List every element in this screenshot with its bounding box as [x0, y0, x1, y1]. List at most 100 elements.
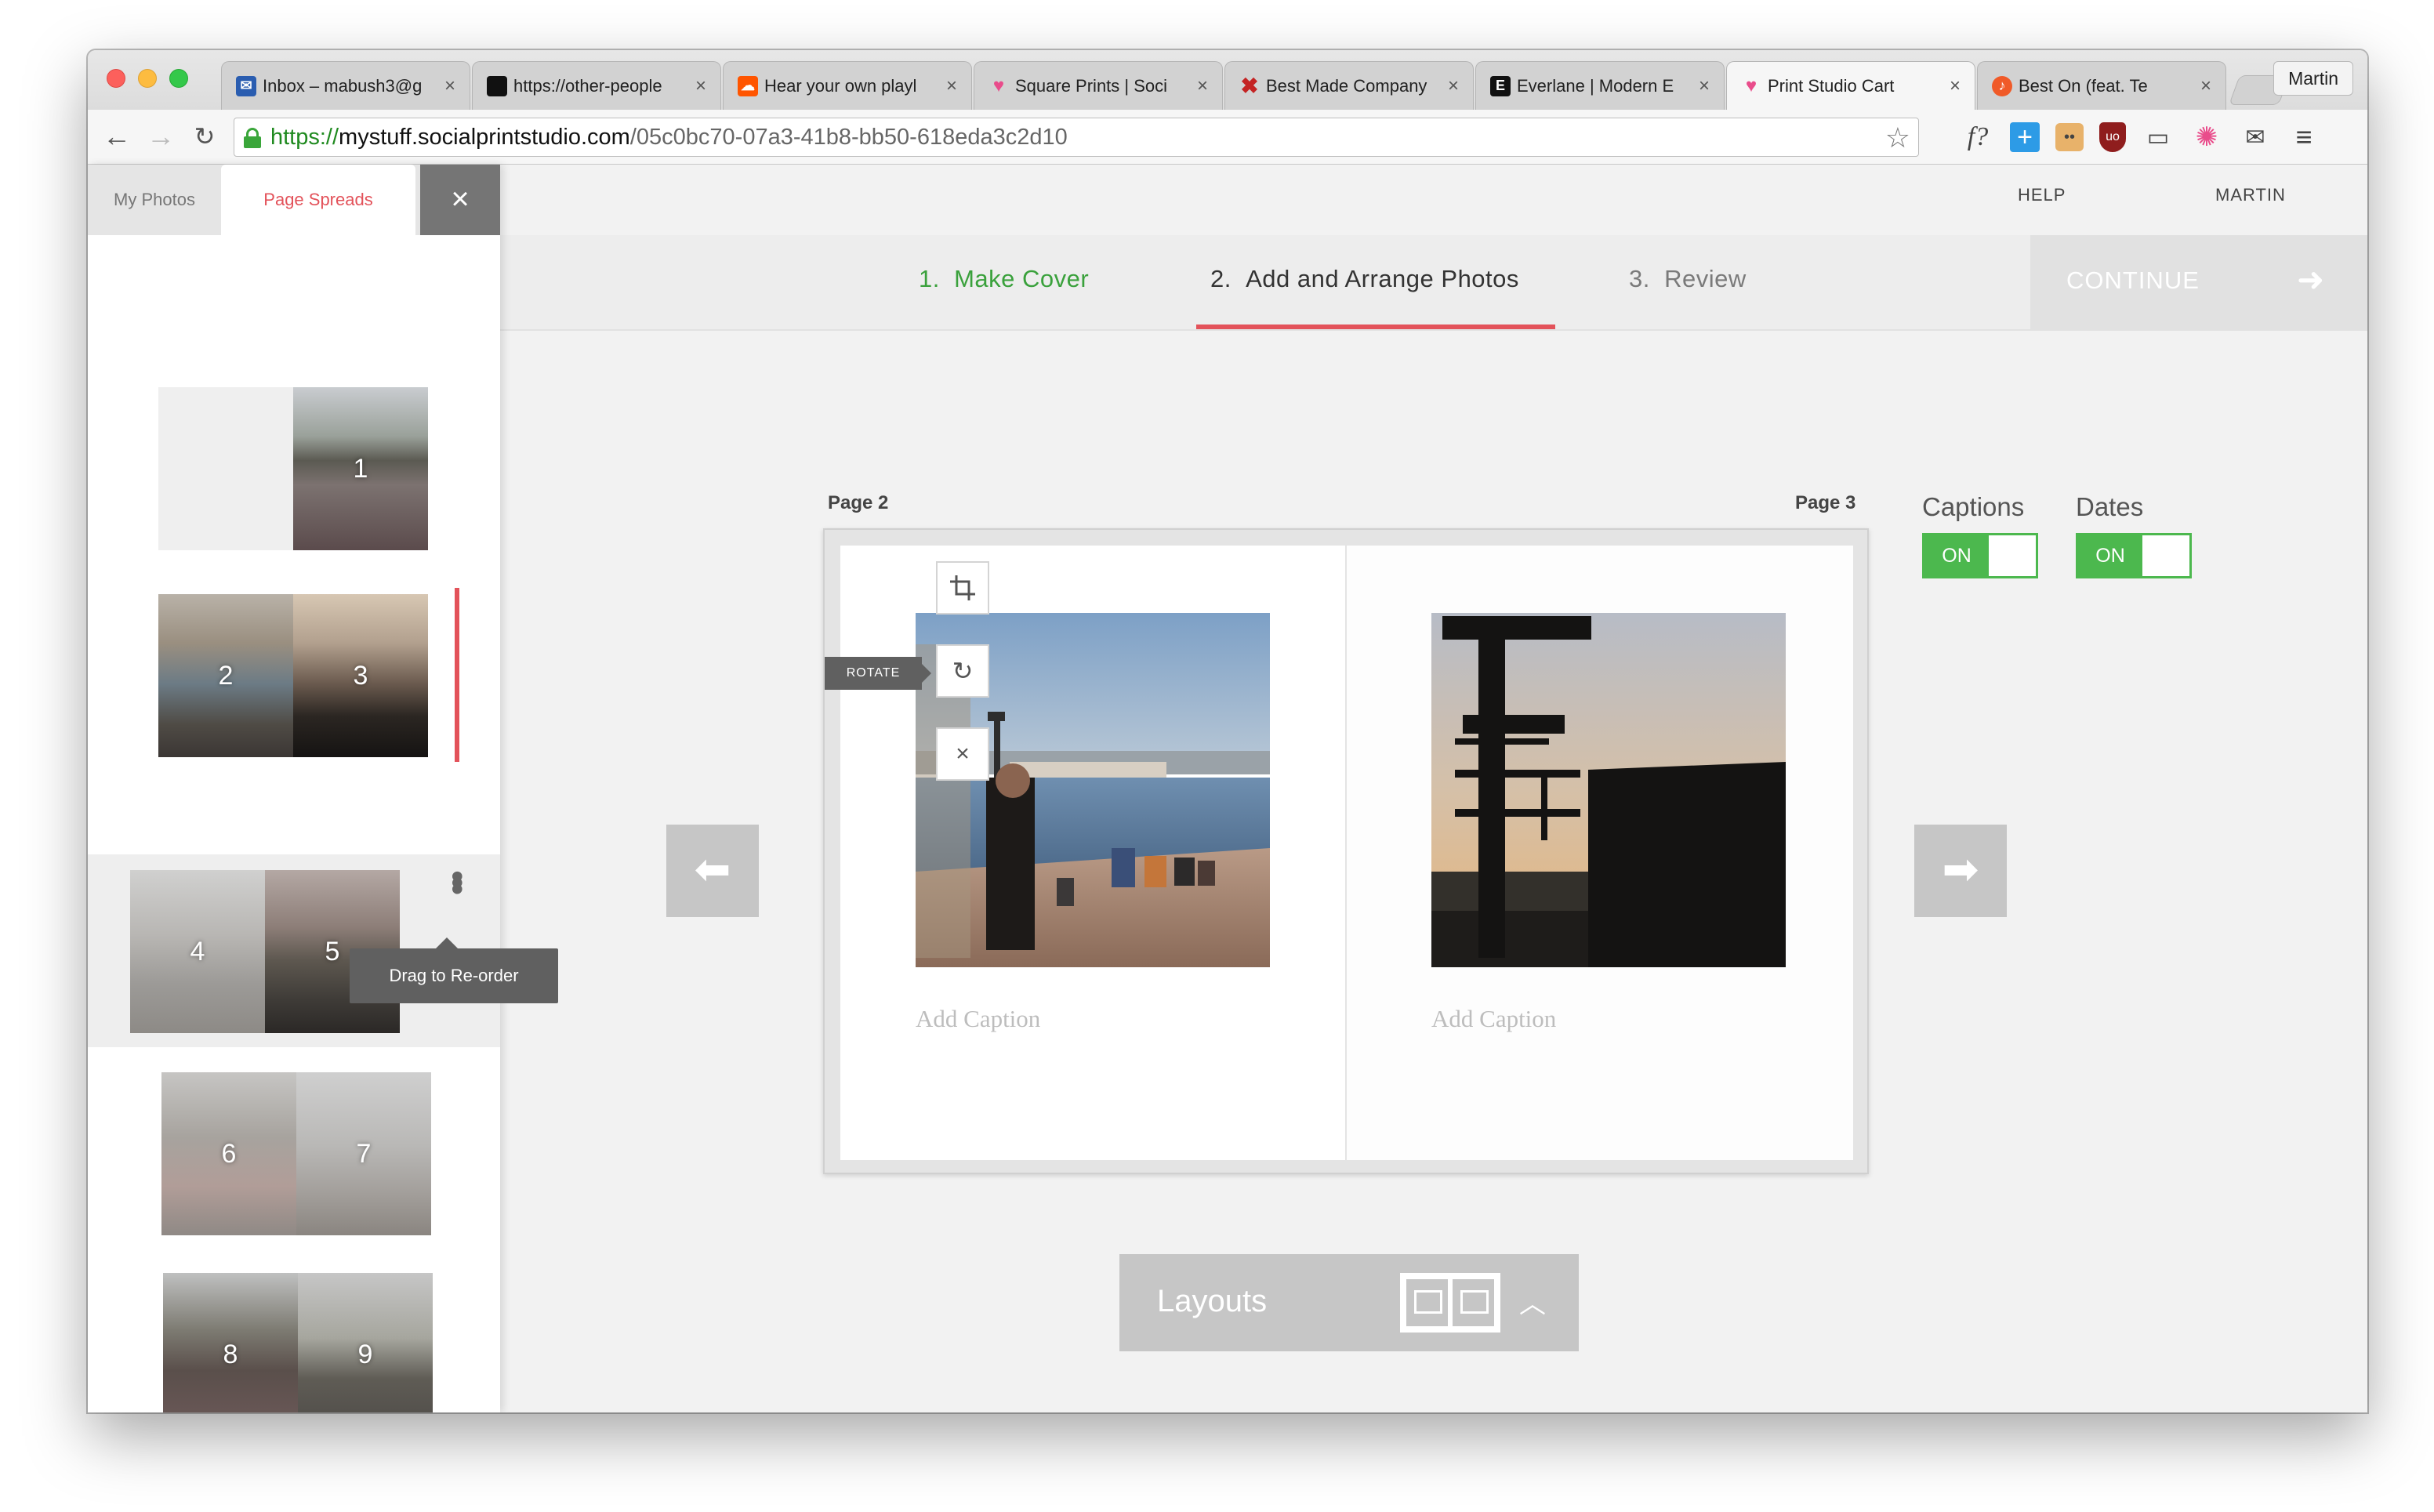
tab-label: Inbox – mabush3@g: [263, 75, 423, 96]
dates-toggle[interactable]: ON: [2076, 533, 2192, 578]
step-add-arrange[interactable]: 2. Add and Arrange Photos: [1210, 265, 1519, 293]
step-review[interactable]: 3. Review: [1629, 265, 1747, 293]
page-spreads-sidebar: My Photos Page Spreads × 1 2 3 4 5 ••• D…: [88, 165, 558, 1412]
dates-label: Dates: [2076, 492, 2144, 521]
reload-icon[interactable]: ↻: [188, 121, 221, 154]
left-page-label: Page 2: [828, 492, 889, 513]
close-tab-icon[interactable]: ×: [943, 75, 960, 97]
remove-photo-icon[interactable]: ×: [936, 727, 989, 781]
close-tab-icon[interactable]: ×: [441, 75, 459, 97]
current-spread-indicator: [455, 588, 459, 762]
spread-thumbnail[interactable]: 2 3: [158, 594, 428, 757]
browser-tab[interactable]: ✉ Inbox – mabush3@g ×: [221, 61, 470, 110]
drag-tooltip: Drag to Re-order: [350, 937, 558, 1003]
sidebar-tabs: My Photos Page Spreads ×: [88, 165, 500, 235]
plus-extension-icon[interactable]: +: [2010, 122, 2040, 152]
face-extension-icon[interactable]: ••: [2055, 123, 2084, 151]
captions-label: Captions: [1922, 492, 2025, 521]
more-options-icon[interactable]: •••: [437, 870, 478, 889]
arrow-right-icon: ➜: [2297, 261, 2325, 298]
tab-my-photos[interactable]: My Photos: [88, 165, 221, 235]
right-page[interactable]: Add Caption: [1347, 546, 1853, 1160]
lock-icon: [244, 128, 261, 148]
right-page-photo[interactable]: [1431, 613, 1786, 967]
arrow-left-icon: ⬅: [694, 844, 731, 894]
tab-label: https://other-people: [513, 75, 662, 96]
menu-icon[interactable]: ≡: [2287, 121, 2320, 154]
crop-icon[interactable]: [936, 561, 989, 615]
browser-tab[interactable]: ✖ Best Made Company ×: [1224, 61, 1474, 110]
close-tab-icon[interactable]: ×: [1946, 75, 1964, 97]
left-caption-input[interactable]: Add Caption: [916, 1005, 1040, 1033]
black-square-icon: [487, 75, 507, 96]
soundcloud-icon: ☁: [738, 75, 758, 96]
right-page-label: Page 3: [1795, 492, 1856, 513]
close-window-icon[interactable]: [107, 69, 125, 88]
cross-icon: ✖: [1240, 74, 1259, 98]
browser-tab[interactable]: https://other-people ×: [472, 61, 721, 110]
page-thumbnail: 2: [158, 594, 293, 757]
page-thumbnail: 4: [130, 870, 265, 1033]
close-tab-icon[interactable]: ×: [2197, 75, 2215, 97]
page-thumbnail: 6: [161, 1072, 296, 1235]
forward-arrow-icon[interactable]: →: [144, 121, 177, 154]
browser-tab[interactable]: E Everlane | Modern E ×: [1475, 61, 1725, 110]
profile-button[interactable]: Martin: [2273, 61, 2353, 96]
color-wheel-icon[interactable]: ✺: [2190, 121, 2223, 154]
tab-page-spreads[interactable]: Page Spreads: [221, 165, 415, 235]
layouts-panel[interactable]: Layouts ︿: [1119, 1254, 1579, 1351]
captions-toggle[interactable]: ON: [1922, 533, 2038, 578]
ublock-icon[interactable]: uo: [2099, 122, 2126, 152]
user-menu[interactable]: MARTIN: [2215, 185, 2286, 205]
page-thumbnail: 7: [296, 1072, 431, 1235]
spread-thumbnail[interactable]: 6 7: [161, 1072, 431, 1235]
address-bar[interactable]: https://mystuff.socialprintstudio.com/05…: [234, 118, 1919, 157]
browser-tab-active[interactable]: ♥ Print Studio Cart ×: [1726, 61, 1975, 110]
left-page[interactable]: Add Caption: [840, 546, 1345, 1160]
spread-thumbnail[interactable]: 8 9: [163, 1273, 433, 1412]
bookmark-star-icon[interactable]: ☆: [1885, 121, 1910, 154]
minimize-window-icon[interactable]: [138, 69, 157, 88]
close-sidebar-icon[interactable]: ×: [420, 165, 500, 235]
next-spread-button[interactable]: ➡: [1914, 825, 2007, 917]
zoom-window-icon[interactable]: [169, 69, 188, 88]
page-thumbnail: 3: [293, 594, 428, 757]
e-icon: E: [1490, 75, 1511, 96]
extensions-bar: f? + •• uo ▭ ✺ ✉ ≡: [1961, 121, 2320, 154]
tab-label: Everlane | Modern E: [1517, 75, 1674, 96]
continue-label: CONTINUE: [2066, 267, 2200, 294]
browser-tab[interactable]: ☁ Hear your own playl ×: [723, 61, 972, 110]
spread-thumbnail[interactable]: 1: [158, 387, 428, 550]
arrow-right-icon: ➡: [1942, 844, 1979, 894]
close-tab-icon[interactable]: ×: [1445, 75, 1462, 97]
mail-check-icon[interactable]: ✉: [2239, 121, 2272, 154]
close-tab-icon[interactable]: ×: [1696, 75, 1713, 97]
chevron-up-icon[interactable]: ︿: [1519, 1282, 1546, 1321]
dates-toggle-state: ON: [2078, 535, 2142, 576]
app-header: HELP MARTIN ?: [500, 165, 2367, 235]
close-tab-icon[interactable]: ×: [692, 75, 709, 97]
step-make-cover[interactable]: 1. Make Cover: [919, 265, 1089, 293]
tab-strip: ✉ Inbox – mabush3@g × https://other-peop…: [88, 50, 2367, 110]
browser-window: ✉ Inbox – mabush3@g × https://other-peop…: [88, 50, 2367, 1412]
right-caption-input[interactable]: Add Caption: [1431, 1005, 1556, 1033]
browser-toolbar: ← → ↻ https://mystuff.socialprintstudio.…: [88, 110, 2367, 165]
page-thumbnail: [158, 387, 293, 550]
close-tab-icon[interactable]: ×: [1194, 75, 1211, 97]
audio-icon: ♪: [1992, 75, 2012, 96]
tab-label: Square Prints | Soci: [1015, 75, 1168, 96]
cast-icon[interactable]: ▭: [2142, 121, 2175, 154]
browser-tab[interactable]: ♥ Square Prints | Soci ×: [974, 61, 1223, 110]
previous-spread-button[interactable]: ⬅: [666, 825, 759, 917]
tab-label: Best On (feat. Te: [2019, 75, 2148, 96]
help-link[interactable]: HELP: [2018, 185, 2066, 205]
continue-button[interactable]: CONTINUE ➜: [2030, 235, 2367, 331]
font-finder-icon[interactable]: f?: [1961, 121, 1994, 154]
browser-tab[interactable]: ♪ Best On (feat. Te ×: [1977, 61, 2226, 110]
browser-tabs: ✉ Inbox – mabush3@g × https://other-peop…: [221, 61, 2290, 110]
back-arrow-icon[interactable]: ←: [100, 121, 133, 154]
layout-preview-icon[interactable]: [1400, 1273, 1500, 1333]
diving-tower-photo: [1431, 613, 1786, 967]
tab-label: Hear your own playl: [764, 75, 917, 96]
rotate-icon[interactable]: ↻: [936, 644, 989, 698]
